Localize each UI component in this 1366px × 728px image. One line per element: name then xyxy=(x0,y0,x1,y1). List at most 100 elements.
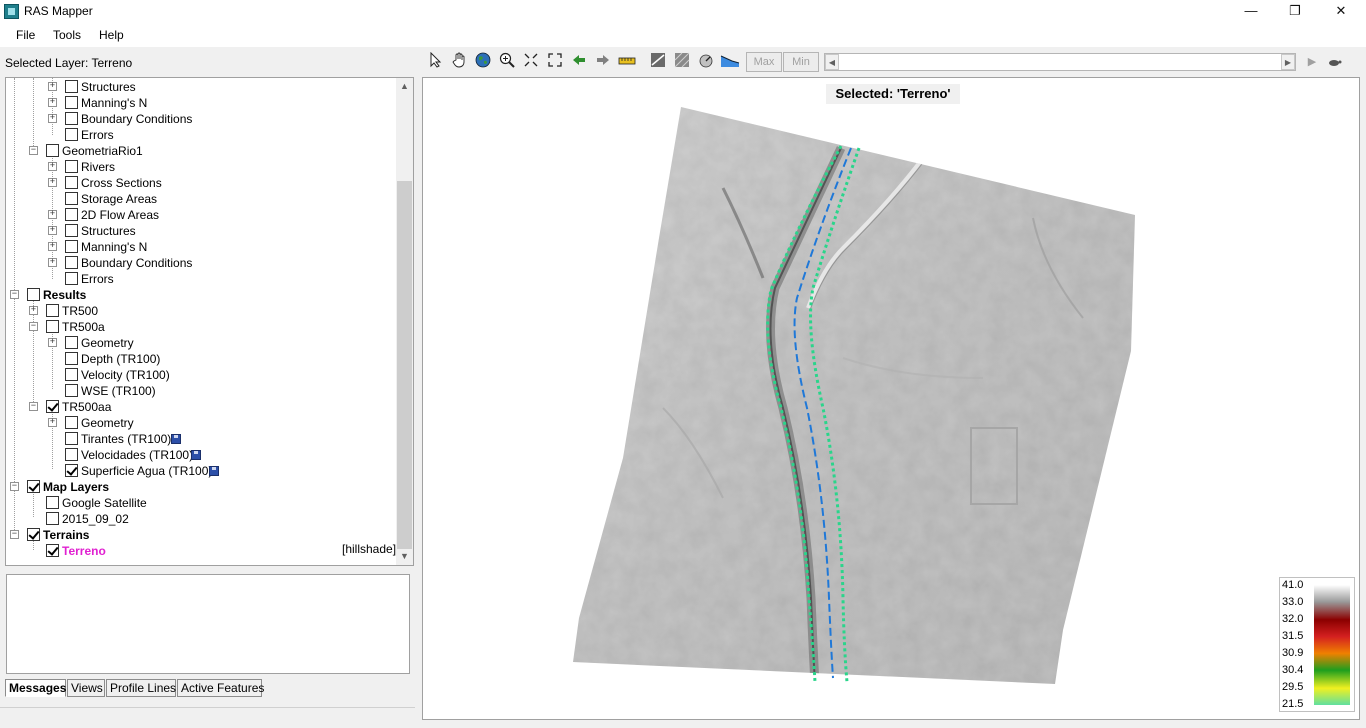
collapse-icon[interactable]: − xyxy=(29,146,38,155)
zoom-in-icon[interactable] xyxy=(497,52,517,72)
collapse-icon[interactable]: − xyxy=(10,290,19,299)
tree-item-terreno[interactable]: Terreno xyxy=(6,543,396,559)
scroll-down-icon[interactable]: ▼ xyxy=(396,548,413,565)
animation-speed-icon[interactable] xyxy=(1324,52,1344,72)
tree-item-google-satellite[interactable]: Google Satellite xyxy=(6,495,396,511)
slider-right-icon[interactable]: ▶ xyxy=(1281,54,1295,70)
tab-active-features[interactable]: Active Features xyxy=(177,679,264,697)
layer-checkbox[interactable] xyxy=(27,288,40,301)
layer-checkbox[interactable] xyxy=(65,192,78,205)
scroll-thumb[interactable] xyxy=(397,181,412,549)
layer-checkbox[interactable] xyxy=(65,128,78,141)
tree-item-2015-09-02[interactable]: 2015_09_02 xyxy=(6,511,396,527)
layer-checkbox[interactable] xyxy=(65,208,78,221)
tree-item-velocity[interactable]: Velocity (TR100) xyxy=(6,367,396,383)
expand-icon[interactable]: + xyxy=(48,242,57,251)
panel-splitter[interactable] xyxy=(415,47,420,728)
gauge-plot-icon[interactable] xyxy=(696,52,716,72)
water-surface-icon[interactable] xyxy=(720,52,740,72)
zoom-out-extent-icon[interactable] xyxy=(521,52,541,72)
tab-messages[interactable]: Messages xyxy=(5,679,66,697)
expand-icon[interactable]: + xyxy=(48,338,57,347)
tree-item-tr500aa[interactable]: − TR500aa xyxy=(6,399,396,415)
time-slider[interactable]: ◀ ▶ xyxy=(824,53,1296,71)
layer-checkbox[interactable] xyxy=(65,384,78,397)
layer-checkbox[interactable] xyxy=(65,352,78,365)
tree-item-boundary-a[interactable]: + Boundary Conditions xyxy=(6,111,396,127)
layer-checkbox-checked[interactable] xyxy=(46,400,59,413)
layer-checkbox[interactable] xyxy=(65,432,78,445)
collapse-icon[interactable]: − xyxy=(10,530,19,539)
min-button[interactable]: Min xyxy=(783,52,819,72)
tree-item-depth[interactable]: Depth (TR100) xyxy=(6,351,396,367)
layer-checkbox[interactable] xyxy=(46,320,59,333)
tree-item-2d-flow-areas[interactable]: + 2D Flow Areas xyxy=(6,207,396,223)
tree-item-rivers[interactable]: + Rivers xyxy=(6,159,396,175)
menu-help[interactable]: Help xyxy=(99,28,124,42)
expand-icon[interactable]: + xyxy=(48,210,57,219)
tree-item-geometry-a[interactable]: + Geometry xyxy=(6,335,396,351)
tree-scrollbar[interactable]: ▲ ▼ xyxy=(396,78,413,565)
minimize-button[interactable]: — xyxy=(1228,0,1274,23)
layer-checkbox-checked[interactable] xyxy=(27,528,40,541)
tree-item-errors-a[interactable]: Errors xyxy=(6,127,396,143)
tab-profile-lines[interactable]: Profile Lines xyxy=(106,679,176,697)
zoom-full-icon[interactable] xyxy=(545,52,565,72)
tree-item-cross-sections[interactable]: + Cross Sections xyxy=(6,175,396,191)
forward-arrow-icon[interactable] xyxy=(593,52,613,72)
tree-item-geometria[interactable]: − GeometriaRio1 xyxy=(6,143,396,159)
layer-checkbox[interactable] xyxy=(65,96,78,109)
collapse-icon[interactable]: − xyxy=(29,402,38,411)
menu-file[interactable]: File xyxy=(16,28,35,42)
restore-button[interactable]: ❐ xyxy=(1272,0,1318,23)
layer-checkbox[interactable] xyxy=(65,160,78,173)
tree-item-geometry-b[interactable]: + Geometry xyxy=(6,415,396,431)
layer-checkbox[interactable] xyxy=(65,368,78,381)
layer-checkbox[interactable] xyxy=(65,416,78,429)
expand-icon[interactable]: + xyxy=(48,162,57,171)
collapse-icon[interactable]: − xyxy=(10,482,19,491)
slider-left-icon[interactable]: ◀ xyxy=(825,54,839,70)
tree-item-boundary-b[interactable]: + Boundary Conditions xyxy=(6,255,396,271)
layer-checkbox[interactable] xyxy=(65,240,78,253)
expand-icon[interactable]: + xyxy=(48,226,57,235)
collapse-icon[interactable]: − xyxy=(29,322,38,331)
tree-item-map-layers[interactable]: − Map Layers xyxy=(6,479,396,495)
expand-icon[interactable]: + xyxy=(48,418,57,427)
back-arrow-icon[interactable] xyxy=(569,52,589,72)
full-extent-globe-icon[interactable] xyxy=(473,52,493,72)
menu-tools[interactable]: Tools xyxy=(53,28,81,42)
expand-icon[interactable]: + xyxy=(48,114,57,123)
layer-checkbox[interactable] xyxy=(65,448,78,461)
layer-checkbox-checked[interactable] xyxy=(27,480,40,493)
tree-item-wse[interactable]: WSE (TR100) xyxy=(6,383,396,399)
layer-checkbox[interactable] xyxy=(65,80,78,93)
measure-ruler-icon[interactable] xyxy=(617,52,637,72)
hatch-layer-icon[interactable] xyxy=(672,52,692,72)
tree-item-results[interactable]: − Results xyxy=(6,287,396,303)
layer-checkbox[interactable] xyxy=(65,272,78,285)
layer-checkbox[interactable] xyxy=(65,224,78,237)
tree-item-terrains[interactable]: − Terrains xyxy=(6,527,396,543)
layer-checkbox[interactable] xyxy=(65,256,78,269)
tree-item-mannings-a[interactable]: + Manning's N xyxy=(6,95,396,111)
layer-checkbox[interactable] xyxy=(65,112,78,125)
layer-checkbox[interactable] xyxy=(46,512,59,525)
layer-checkbox[interactable] xyxy=(65,336,78,349)
expand-icon[interactable]: + xyxy=(48,258,57,267)
layer-checkbox[interactable] xyxy=(46,304,59,317)
tree-item-tr500a[interactable]: − TR500a xyxy=(6,319,396,335)
expand-icon[interactable]: + xyxy=(48,178,57,187)
close-button[interactable]: ✕ xyxy=(1318,0,1364,23)
play-icon[interactable]: ▶ xyxy=(1302,52,1322,72)
layer-checkbox[interactable] xyxy=(65,176,78,189)
select-arrow-icon[interactable] xyxy=(426,51,446,72)
tree-item-storage-areas[interactable]: Storage Areas xyxy=(6,191,396,207)
profile-line-icon[interactable] xyxy=(648,52,668,72)
map-canvas[interactable]: Selected: 'Terreno' 41.0 33.0 32.0 31.5 … xyxy=(422,77,1360,720)
layer-checkbox-checked[interactable] xyxy=(65,464,78,477)
scroll-up-icon[interactable]: ▲ xyxy=(396,78,413,95)
tree-item-mannings-b[interactable]: + Manning's N xyxy=(6,239,396,255)
layer-checkbox[interactable] xyxy=(46,144,59,157)
tab-views[interactable]: Views xyxy=(67,679,105,697)
